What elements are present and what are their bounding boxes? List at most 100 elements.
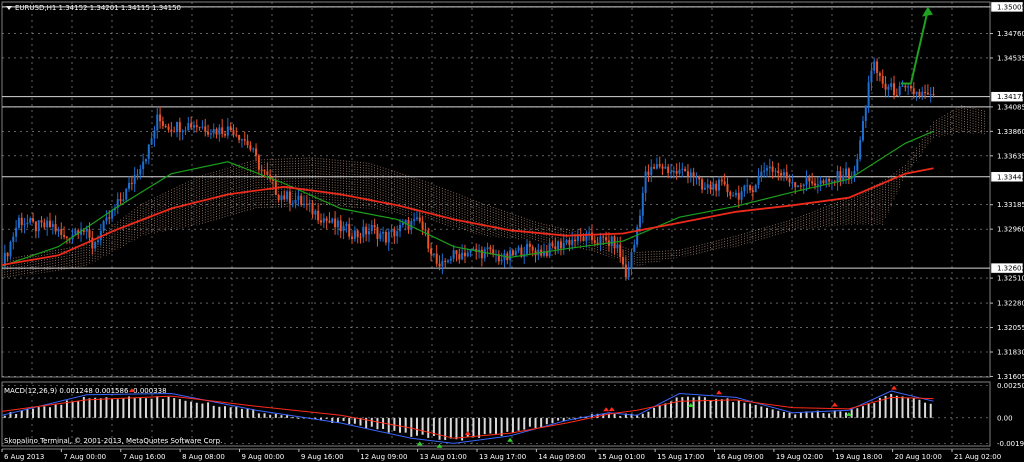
price-marker-label: 1.33442 — [997, 173, 1024, 181]
candle-bear — [554, 246, 557, 250]
candle-bull — [23, 224, 26, 226]
candle-bear — [317, 210, 320, 221]
candle-bear — [893, 83, 896, 96]
candle-bull — [382, 232, 385, 234]
price-tick-label: 1.31605 — [997, 373, 1024, 381]
candle-bull — [703, 187, 706, 190]
candle-bear — [207, 131, 210, 135]
candle-bear — [551, 243, 554, 247]
candle-bear — [249, 145, 252, 150]
candle-bear — [283, 195, 286, 200]
histogram-bar — [641, 413, 644, 418]
histogram-bar — [607, 414, 610, 418]
histogram-bar — [139, 397, 142, 418]
candle-bear — [204, 126, 207, 132]
candle-bear — [480, 249, 483, 259]
candle-bear — [311, 202, 314, 215]
histogram-bar — [760, 406, 763, 418]
candle-bull — [873, 61, 876, 71]
candle-bull — [46, 220, 49, 228]
candle-bull — [370, 225, 373, 232]
candle-bull — [765, 168, 768, 171]
time-tick-label: 9 Aug 00:00 — [242, 453, 285, 461]
histogram-bar — [178, 399, 181, 418]
histogram-bar — [715, 398, 718, 418]
histogram-bar — [478, 417, 481, 438]
candle-bull — [830, 181, 833, 183]
candle-bull — [689, 172, 692, 176]
candle-bull — [308, 202, 311, 204]
candle-bull — [156, 114, 159, 131]
histogram-bar — [799, 412, 802, 418]
candle-bull — [94, 242, 97, 249]
candle-bear — [881, 75, 884, 84]
candle-bear — [777, 170, 780, 173]
candle-bear — [224, 133, 227, 136]
trading-chart[interactable]: EURUSD,H1 1.34152 1.34201 1.34115 1.3415… — [0, 0, 1024, 462]
candle-bear — [808, 177, 811, 182]
candle-bull — [345, 224, 348, 226]
candle-bear — [647, 171, 650, 176]
price-tick-label: 1.32280 — [997, 300, 1024, 308]
candle-bear — [229, 126, 232, 131]
candle-bear — [260, 169, 263, 171]
histogram-bar — [619, 415, 622, 418]
histogram-bar — [861, 406, 864, 418]
candle-bear — [822, 180, 825, 184]
candle-bull — [452, 250, 455, 259]
candle-bull — [514, 250, 517, 256]
candle-bear — [119, 199, 122, 201]
candle-bull — [672, 170, 675, 173]
candle-bear — [351, 236, 354, 239]
candle-bull — [15, 227, 18, 237]
candle-bear — [455, 250, 458, 255]
candle-bull — [449, 258, 452, 261]
candle-bull — [331, 218, 334, 223]
candle-bull — [845, 168, 848, 176]
candle-bull — [226, 126, 229, 136]
candle-bear — [720, 179, 723, 182]
time-tick-label: 14 Aug 09:00 — [538, 453, 585, 461]
histogram-bar — [133, 398, 136, 418]
histogram-bar — [873, 403, 876, 418]
candle-bull — [96, 240, 99, 243]
candle-bull — [483, 249, 486, 259]
histogram-bar — [686, 396, 689, 418]
time-tick-label: 8 Aug 08:00 — [182, 453, 225, 461]
candle-bull — [57, 229, 60, 232]
candle-bull — [548, 243, 551, 256]
candle-bull — [907, 86, 910, 88]
candle-bull — [187, 123, 190, 131]
candle-bear — [365, 226, 368, 235]
candle-bear — [173, 131, 176, 133]
candle-bull — [633, 244, 636, 253]
histogram-bar — [472, 417, 475, 438]
histogram-bar — [77, 401, 80, 418]
histogram-bar — [732, 402, 735, 418]
candle-bull — [565, 240, 568, 243]
histogram-bar — [907, 397, 910, 418]
candle-bull — [128, 182, 131, 189]
candle-bear — [559, 241, 562, 249]
time-tick-label: 21 Aug 02:00 — [954, 453, 1001, 461]
candle-bull — [201, 126, 204, 128]
candle-bear — [684, 168, 687, 172]
candle-bear — [528, 243, 531, 247]
histogram-bar — [737, 400, 740, 418]
candle-bull — [802, 184, 805, 187]
candle-bull — [641, 193, 644, 216]
histogram-bar — [156, 396, 159, 418]
time-tick-label: 15 Aug 01:00 — [598, 453, 645, 461]
histogram-bar — [568, 417, 571, 419]
candle-bear — [839, 171, 842, 182]
histogram-bar — [94, 397, 97, 418]
candle-bear — [686, 171, 689, 176]
histogram-bar — [856, 408, 859, 418]
candle-bear — [356, 230, 359, 238]
candle-bull — [616, 244, 619, 249]
candle-bear — [418, 217, 421, 222]
candle-bear — [235, 134, 238, 136]
candle-bear — [424, 229, 427, 231]
time-tick-label: 19 Aug 02:00 — [776, 453, 823, 461]
candle-bull — [740, 191, 743, 200]
